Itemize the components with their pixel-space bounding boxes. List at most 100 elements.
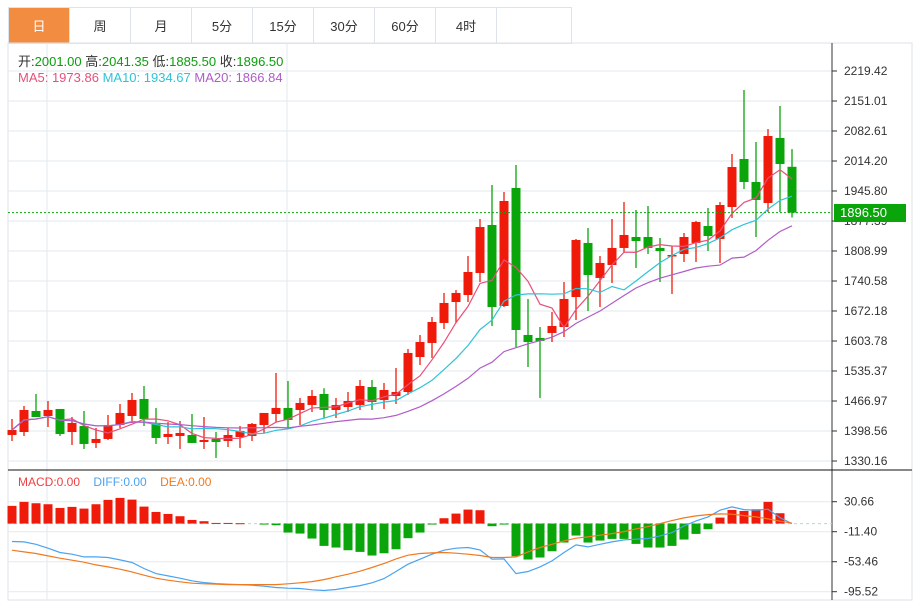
high-label: 高:: [85, 54, 102, 69]
macd-bar: [175, 516, 185, 524]
candle-up: [163, 433, 173, 437]
macd-bar: [631, 523, 641, 544]
candle-down: [79, 425, 89, 444]
low-value: 1885.50: [169, 54, 217, 69]
candle-up: [199, 439, 209, 442]
ohlc-readout: 开:2001.00 高:2041.35 低:1885.50 收:1896.50: [18, 51, 283, 70]
macd-bar: [367, 523, 377, 556]
macd-bar: [511, 523, 521, 557]
macd-bar: [271, 523, 281, 526]
macd-bar: [331, 523, 341, 548]
macd-bar: [139, 506, 149, 524]
macd-bar: [595, 523, 605, 541]
kline-chart[interactable]: 2219.422151.012082.612014.201945.801877.…: [0, 0, 917, 601]
candle-down: [187, 434, 197, 443]
ma10-value: MA10: 1934.67: [102, 70, 191, 85]
macd-bar: [391, 523, 401, 550]
candle-down: [739, 158, 749, 183]
low-label: 低:: [152, 54, 170, 69]
macd-bar: [763, 501, 773, 524]
macd-bar: [127, 499, 137, 524]
candle-up: [43, 409, 53, 416]
high-value: 2041.35: [101, 54, 149, 69]
macd-bar: [67, 506, 77, 524]
y-tick-label: 2082.61: [844, 124, 888, 138]
macd-bar: [355, 523, 365, 552]
macd-bar: [307, 523, 317, 539]
macd-bar: [439, 518, 449, 524]
candle-up: [7, 429, 17, 435]
candle-down: [31, 410, 41, 417]
candle-up: [175, 432, 185, 436]
candle-up: [19, 409, 29, 432]
candle-up: [91, 438, 101, 443]
candle-down: [583, 242, 593, 275]
open-value: 2001.00: [34, 54, 82, 69]
macd-bar: [187, 519, 197, 524]
macd-readout: MACD:0.00 DIFF:0.00 DEA:0.00: [18, 475, 211, 489]
macd-tick-label: -53.46: [844, 555, 878, 569]
macd-bar: [727, 509, 737, 524]
candle-up: [307, 395, 317, 405]
candle-up: [259, 412, 269, 425]
ma5-value: MA5: 1973.86: [18, 70, 99, 85]
macd-bar: [31, 503, 41, 524]
macd-bar: [739, 510, 749, 524]
macd-bar: [91, 504, 101, 524]
macd-bar: [7, 505, 17, 524]
macd-bar: [211, 522, 221, 524]
y-tick-label: 1740.58: [844, 274, 888, 288]
candle-up: [439, 302, 449, 323]
candle-down: [703, 225, 713, 236]
macd-tick-label: 30.66: [844, 495, 874, 509]
candle-down: [631, 237, 641, 241]
candle-down: [775, 137, 785, 164]
candle-up: [499, 201, 509, 306]
ma20-value: MA20: 1866.84: [194, 70, 283, 85]
macd-bar: [607, 523, 617, 539]
macd-bar: [523, 523, 533, 560]
ma10-line: [11, 195, 793, 435]
close-value: 1896.50: [236, 54, 284, 69]
macd-tick-label: -95.52: [844, 585, 878, 599]
macd-bar: [499, 523, 509, 525]
macd-bar: [19, 501, 29, 524]
macd-bar: [295, 523, 305, 534]
candle-up: [727, 167, 737, 208]
candle-down: [55, 408, 65, 434]
candle-down: [523, 334, 533, 342]
macd-bar: [115, 497, 125, 524]
candle-down: [655, 247, 665, 251]
macd-tick-label: -11.40: [844, 525, 877, 539]
ma5-line: [11, 169, 793, 440]
candle-up: [415, 341, 425, 357]
macd-bar: [259, 523, 269, 525]
y-tick-label: 1945.80: [844, 184, 888, 198]
macd-bar: [283, 523, 293, 533]
candle-up: [355, 385, 365, 405]
y-tick-label: 2151.01: [844, 94, 888, 108]
macd-bar: [535, 523, 545, 558]
candle-down: [151, 423, 161, 438]
macd-bar: [79, 508, 89, 524]
macd-bar: [571, 523, 581, 536]
candle-up: [619, 234, 629, 248]
dea-value: DEA:0.00: [160, 475, 212, 489]
macd-bar: [55, 507, 65, 524]
candle-up: [547, 325, 557, 333]
candle-down: [139, 398, 149, 419]
macd-bar: [547, 523, 557, 552]
candle-up: [403, 352, 413, 392]
last-price-tag: 1896.50: [834, 204, 906, 222]
y-tick-label: 1535.37: [844, 364, 888, 378]
candle-up: [475, 227, 485, 273]
macd-bar: [583, 523, 593, 543]
candle-down: [511, 187, 521, 330]
macd-bar: [103, 499, 113, 524]
macd-bar: [415, 523, 425, 533]
macd-bar: [43, 504, 53, 524]
macd-bar: [487, 523, 497, 527]
macd-bar: [223, 522, 233, 524]
diff-value: DIFF:0.00: [93, 475, 147, 489]
macd-bar: [151, 511, 161, 524]
